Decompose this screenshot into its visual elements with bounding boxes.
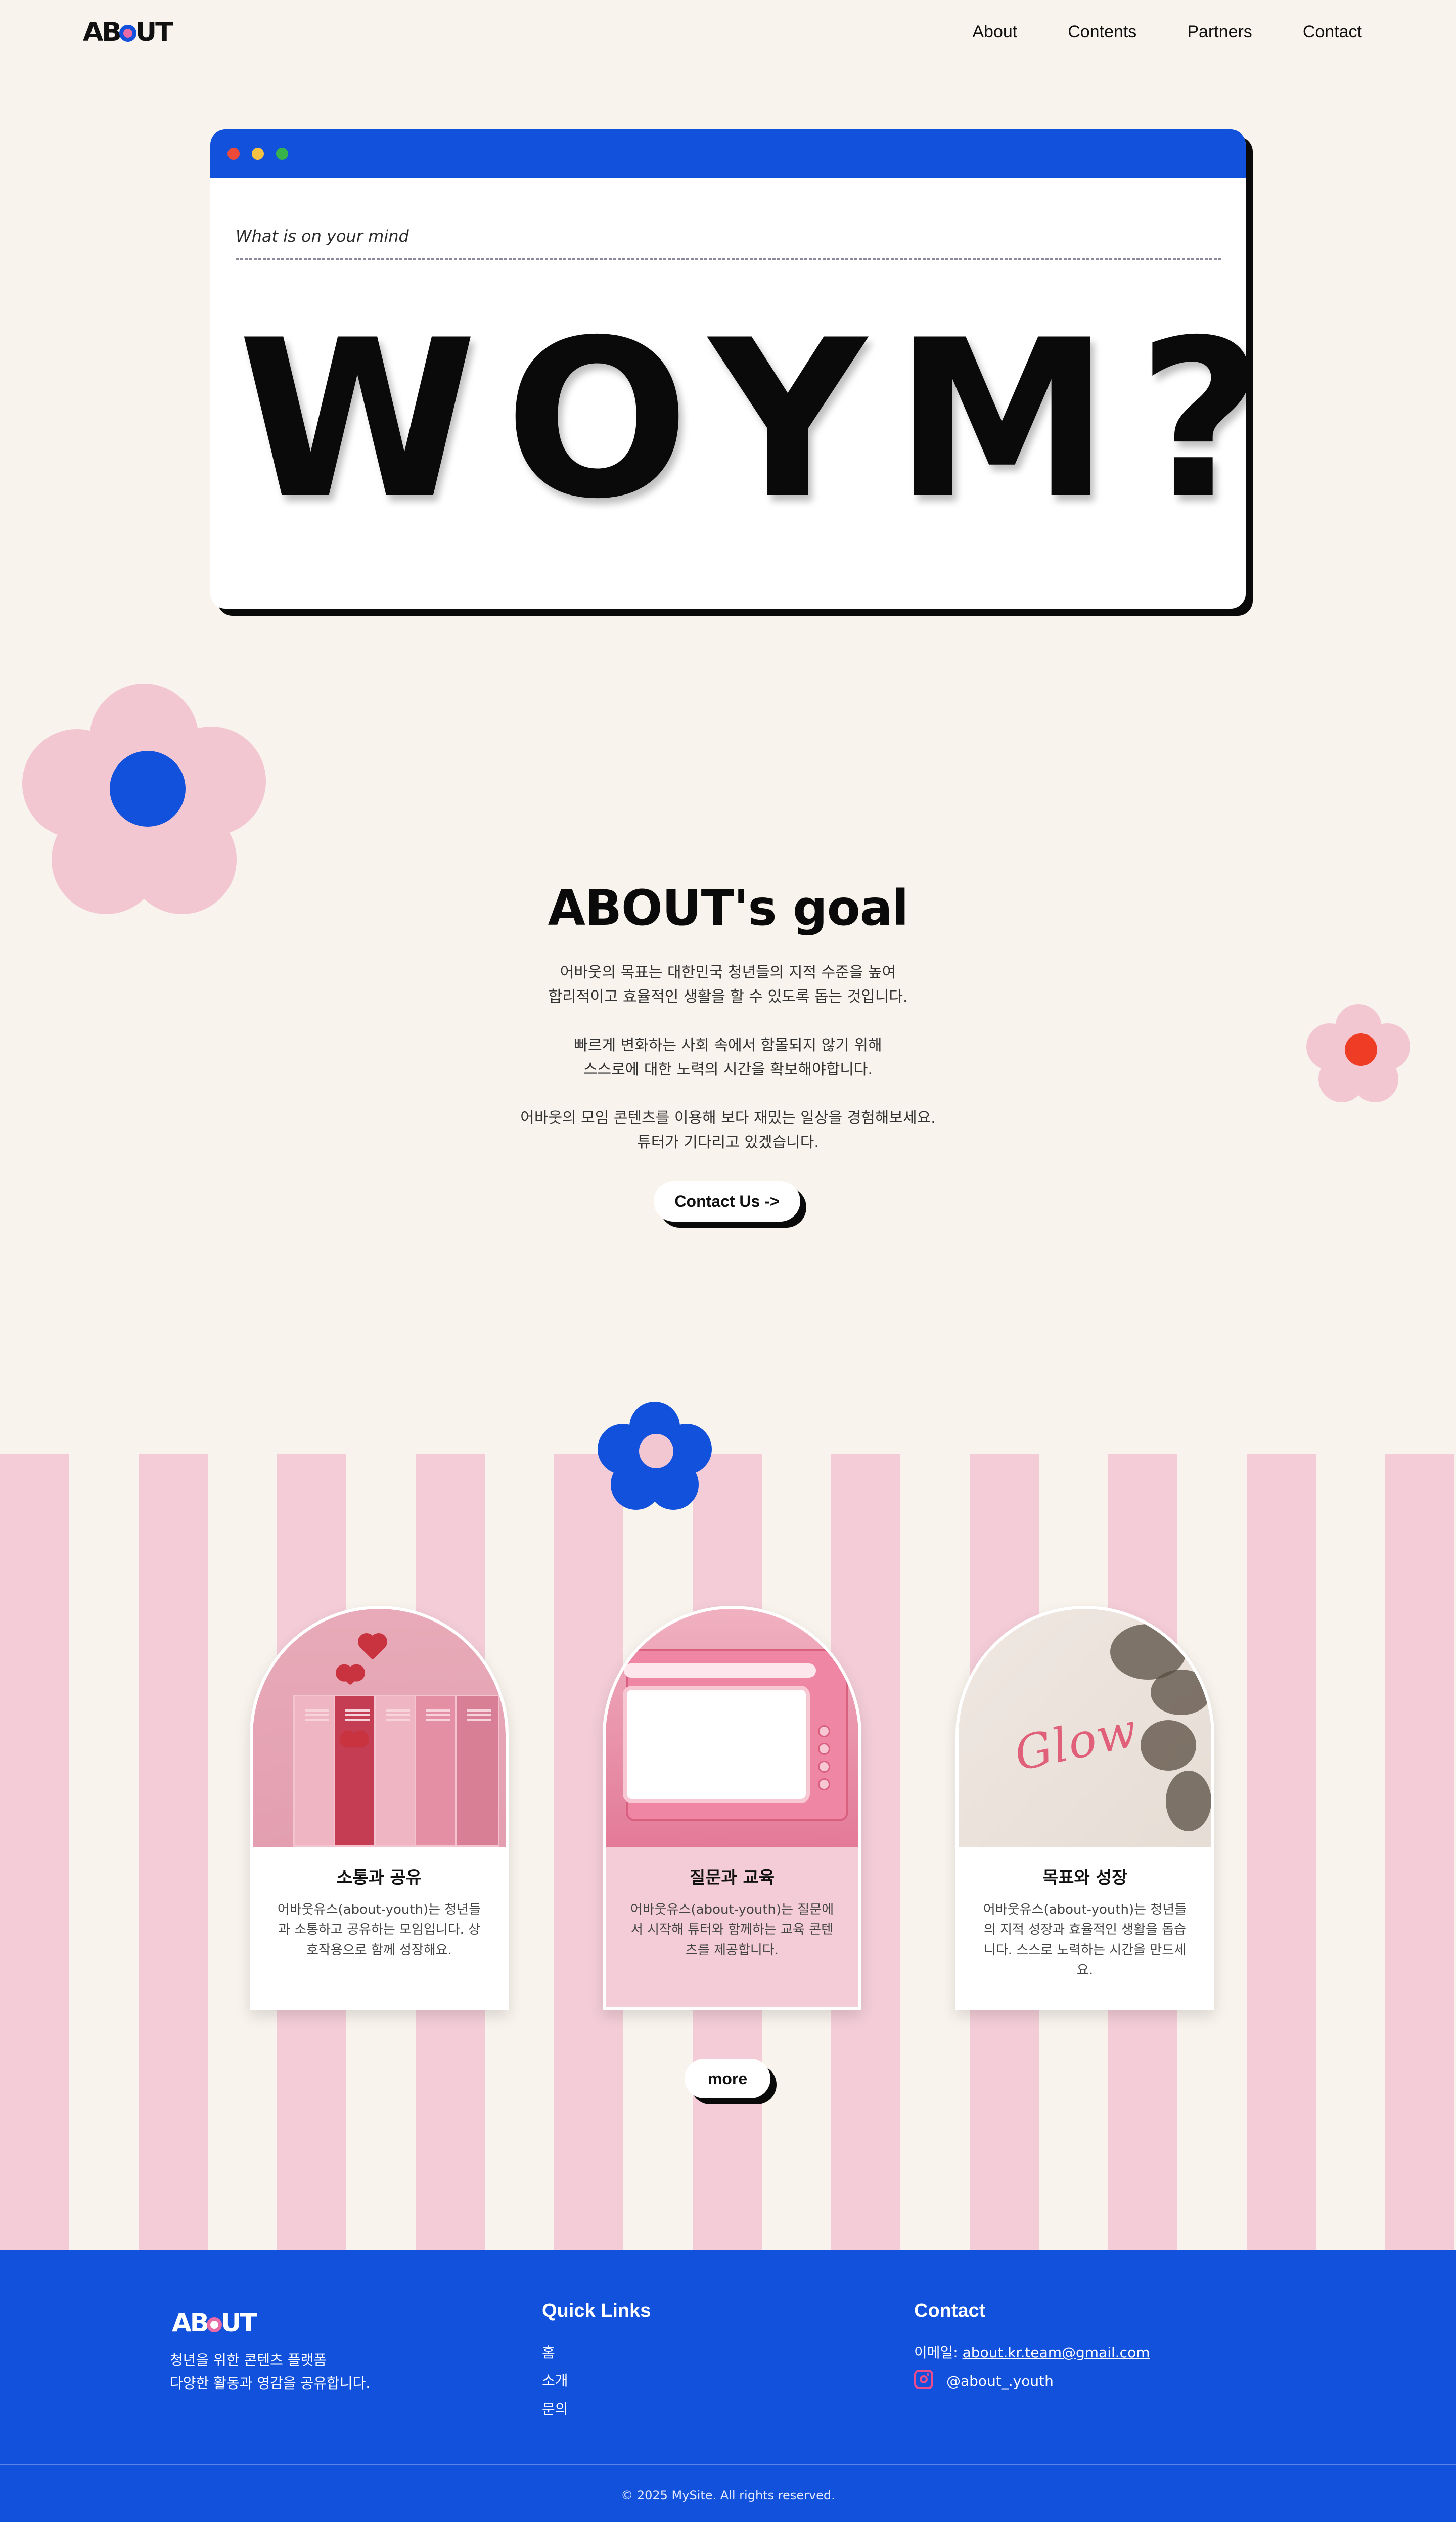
footer-logo[interactable]: AB UT — [172, 2308, 257, 2337]
maximize-dot-icon — [276, 148, 288, 160]
goal-line-5: 어바웃의 모임 콘텐츠를 이용해 보다 재밌는 일상을 경험해보세요. — [520, 1109, 936, 1127]
site-logo[interactable]: AB UT — [83, 19, 173, 46]
heart-icon — [360, 1635, 385, 1660]
logo-dot-icon — [119, 25, 136, 42]
goal-line-4: 스스로에 대한 노력의 시간을 확보해야합니다. — [583, 1061, 873, 1078]
quick-links-title: Quick Links — [542, 2300, 651, 2321]
email-link[interactable]: about.kr.team@gmail.com — [963, 2344, 1150, 2361]
email-label: 이메일: — [914, 2344, 958, 2361]
footer-desc-line-1: 청년을 위한 콘텐츠 플랫폼 — [170, 2352, 327, 2368]
blue-flower-icon — [598, 1402, 712, 1510]
lockers-image — [253, 1609, 506, 1847]
card-description: 어바웃유스(about-youth)는 청년들의 지적 성장과 효율적인 생활을… — [983, 1902, 1187, 1978]
nav-links: About Contents Partners Contact — [972, 22, 1362, 42]
card-title: 질문과 교육 — [689, 1868, 775, 1888]
card-education[interactable]: 질문과 교육 어바웃유스(about-youth)는 질문에서 시작해 튜터와 … — [603, 1606, 861, 2010]
hero-prompt: What is on your mind — [236, 227, 409, 246]
copyright: © 2025 MySite. All rights reserved. — [621, 2488, 835, 2502]
card-title: 목표와 성장 — [1042, 1868, 1128, 1888]
footer-divider — [0, 2464, 1456, 2465]
glow-image-text: Glow — [1010, 1702, 1143, 1782]
minimize-dot-icon — [252, 148, 264, 160]
heart-icon — [341, 1667, 360, 1686]
hero-window: What is on your mind WOYM? — [210, 129, 1253, 616]
hero-headline: WOYM? — [238, 294, 1246, 547]
goal-title: ABOUT's goal — [548, 880, 909, 936]
browser-image — [606, 1609, 858, 1847]
nav-link-contact[interactable]: Contact — [1303, 22, 1362, 42]
hero-window-body: What is on your mind WOYM? — [210, 129, 1246, 609]
heart-icon — [346, 1733, 362, 1749]
nav-link-contents[interactable]: Contents — [1068, 22, 1136, 42]
more-button[interactable]: more — [685, 2059, 770, 2098]
footer-email: 이메일: about.kr.team@gmail.com — [914, 2341, 1150, 2362]
top-nav: AB UT About Contents Partners Contact — [0, 0, 1456, 66]
instagram-icon[interactable] — [914, 2370, 933, 2389]
goal-line-3: 빠르게 변화하는 사회 속에서 함몰되지 않기 위해 — [574, 1037, 882, 1054]
small-pink-flower-icon — [1306, 1004, 1410, 1102]
card-communication[interactable]: 소통과 공유 어바웃유스(about-youth)는 청년들과 소통하고 공유하… — [250, 1606, 509, 2010]
hero-divider — [236, 258, 1221, 260]
goal-line-6: 튜터가 기다리고 있겠습니다. — [637, 1134, 819, 1151]
contact-title: Contact — [914, 2300, 986, 2321]
card-description: 어바웃유스(about-youth)는 질문에서 시작해 튜터와 함께하는 교육… — [630, 1902, 834, 1958]
card-growth[interactable]: Glow 목표와 성장 어바웃유스(about-youth)는 청년들의 지적 … — [956, 1606, 1214, 2010]
glow-image: Glow — [959, 1609, 1211, 1847]
card-title: 소통과 공유 — [336, 1868, 422, 1888]
card-description: 어바웃유스(about-youth)는 청년들과 소통하고 공유하는 모임입니다… — [277, 1902, 481, 1958]
footer: AB UT 청년을 위한 콘텐츠 플랫폼 다양한 활동과 영감을 공유합니다. Q… — [0, 2250, 1456, 2522]
nav-link-about[interactable]: About — [972, 22, 1017, 42]
nav-link-partners[interactable]: Partners — [1187, 22, 1252, 42]
footer-description: 청년을 위한 콘텐츠 플랫폼 다양한 활동과 영감을 공유합니다. — [170, 2349, 370, 2395]
footer-desc-line-2: 다양한 활동과 영감을 공유합니다. — [170, 2375, 371, 2392]
footer-logo-dot-icon — [206, 2317, 222, 2332]
footer-link-inquiry[interactable]: 문의 — [542, 2398, 568, 2418]
footer-link-home[interactable]: 홈 — [542, 2341, 555, 2362]
instagram-handle[interactable]: @about_.youth — [946, 2373, 1054, 2390]
goal-line-2: 합리적이고 효율적인 생활을 할 수 있도록 돕는 것입니다. — [548, 988, 908, 1006]
close-dot-icon — [228, 148, 240, 160]
goal-line-1: 어바웃의 목표는 대한민국 청년들의 지적 수준을 높여 — [560, 964, 896, 981]
contact-us-button[interactable]: Contact Us -> — [654, 1181, 800, 1222]
footer-link-about[interactable]: 소개 — [542, 2370, 568, 2390]
goal-description: 어바웃의 목표는 대한민국 청년들의 지적 수준을 높여합리적이고 효율적인 생… — [425, 961, 1031, 1179]
hero-window-titlebar — [210, 129, 1246, 178]
